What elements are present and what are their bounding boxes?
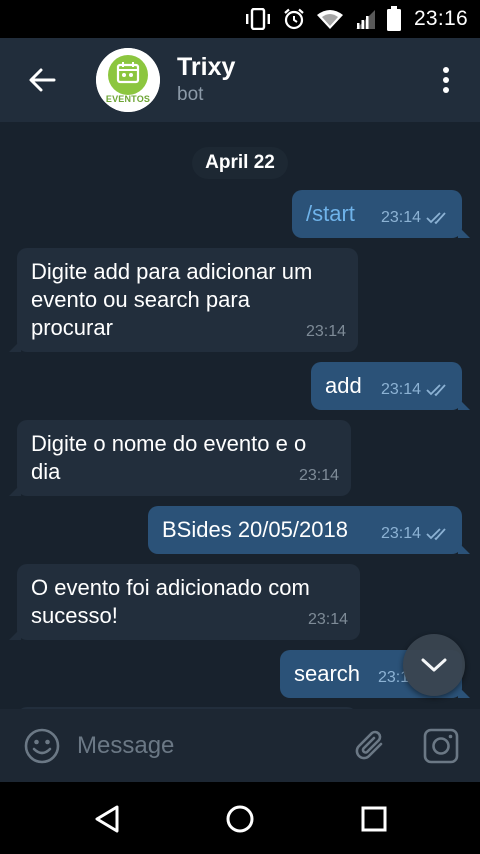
message-outgoing[interactable]: BSides 20/05/2018 23:14	[148, 506, 470, 554]
bubble-tail	[458, 398, 470, 410]
composer	[0, 709, 480, 782]
status-bar: 23:16	[0, 0, 480, 38]
message-incoming[interactable]: O evento foi adicionado com sucesso! 23:…	[9, 564, 360, 640]
paperclip-icon	[355, 730, 383, 760]
home-icon	[226, 805, 254, 833]
message-meta: 23:14	[381, 376, 450, 404]
message-outgoing[interactable]: /start 23:14	[292, 190, 470, 238]
bubble-tail	[9, 628, 21, 640]
message-incoming[interactable]: Digite add para adicionar um evento ou s…	[9, 248, 358, 352]
camera-button[interactable]	[418, 723, 464, 769]
message-text: search	[294, 661, 361, 686]
message-text-line: sucesso!	[31, 603, 118, 628]
smiley-icon	[24, 728, 60, 763]
message-outgoing[interactable]: add 23:14	[311, 362, 470, 410]
nav-back-button[interactable]	[84, 796, 130, 842]
bubble-tail	[458, 226, 470, 238]
status-time: 23:16	[413, 7, 468, 30]
more-vert-icon	[443, 67, 449, 93]
attach-button[interactable]	[348, 723, 394, 769]
bubble-tail	[9, 340, 21, 352]
message-text-line: procurar	[31, 315, 113, 340]
chat-header: EVENTOS Trixy bot	[0, 38, 480, 122]
back-button[interactable]	[0, 38, 84, 122]
message-time: 23:14	[380, 209, 421, 226]
message-time: 23:14	[380, 381, 421, 398]
double-check-icon	[426, 383, 450, 397]
bubble-tail	[9, 484, 21, 496]
message-text: /start	[306, 201, 355, 226]
message-time: 23:14	[305, 323, 346, 340]
avatar-logo-text: EVENTOS	[105, 94, 151, 104]
signal-icon	[354, 0, 376, 38]
emoji-button[interactable]	[17, 721, 67, 771]
message-text: BSides 20/05/2018	[162, 517, 348, 542]
battery-icon	[386, 0, 402, 38]
message-text-line: Digite add para adicionar um	[31, 259, 313, 284]
chevron-down-icon	[421, 658, 447, 672]
nav-home-button[interactable]	[217, 796, 263, 842]
back-nav-icon	[95, 805, 119, 833]
avatar[interactable]: EVENTOS	[96, 48, 160, 112]
chat-subtitle: bot	[177, 84, 204, 105]
message-time: 23:14	[298, 467, 339, 484]
bubble-tail	[458, 542, 470, 554]
wifi-icon	[316, 0, 344, 38]
message-meta: 23:14	[381, 520, 450, 548]
chat-title-block[interactable]: Trixy bot	[177, 52, 235, 108]
recents-icon	[361, 806, 387, 832]
double-check-icon	[426, 527, 450, 541]
vibrate-icon	[244, 0, 272, 38]
camera-icon	[423, 728, 459, 764]
arrow-left-icon	[29, 68, 56, 92]
alarm-icon	[282, 0, 306, 38]
message-text: add	[325, 373, 362, 398]
scroll-to-bottom-button[interactable]	[403, 634, 465, 696]
message-meta: 23:14	[381, 204, 450, 232]
message-incoming[interactable]: Digite o nome do evento e o dia 23:14	[9, 420, 351, 496]
chat-title: Trixy	[177, 53, 236, 81]
message-list[interactable]: April 22 /start 23:14 Digite add para ad…	[0, 122, 480, 709]
bubble-tail	[458, 686, 470, 698]
message-time: 23:14	[380, 525, 421, 542]
nav-recents-button[interactable]	[351, 796, 397, 842]
message-text-line: Digite o nome do evento e o	[31, 431, 307, 456]
more-menu-button[interactable]	[430, 64, 462, 96]
message-text-line: O evento foi adicionado com	[31, 575, 310, 600]
message-text-line: dia	[31, 459, 61, 484]
message-time: 23:14	[307, 611, 348, 628]
system-nav-bar	[0, 782, 480, 854]
date-chip: April 22	[192, 147, 288, 179]
double-check-icon	[426, 211, 450, 225]
message-input[interactable]	[77, 725, 337, 766]
message-text-line: evento ou search para	[31, 287, 250, 312]
